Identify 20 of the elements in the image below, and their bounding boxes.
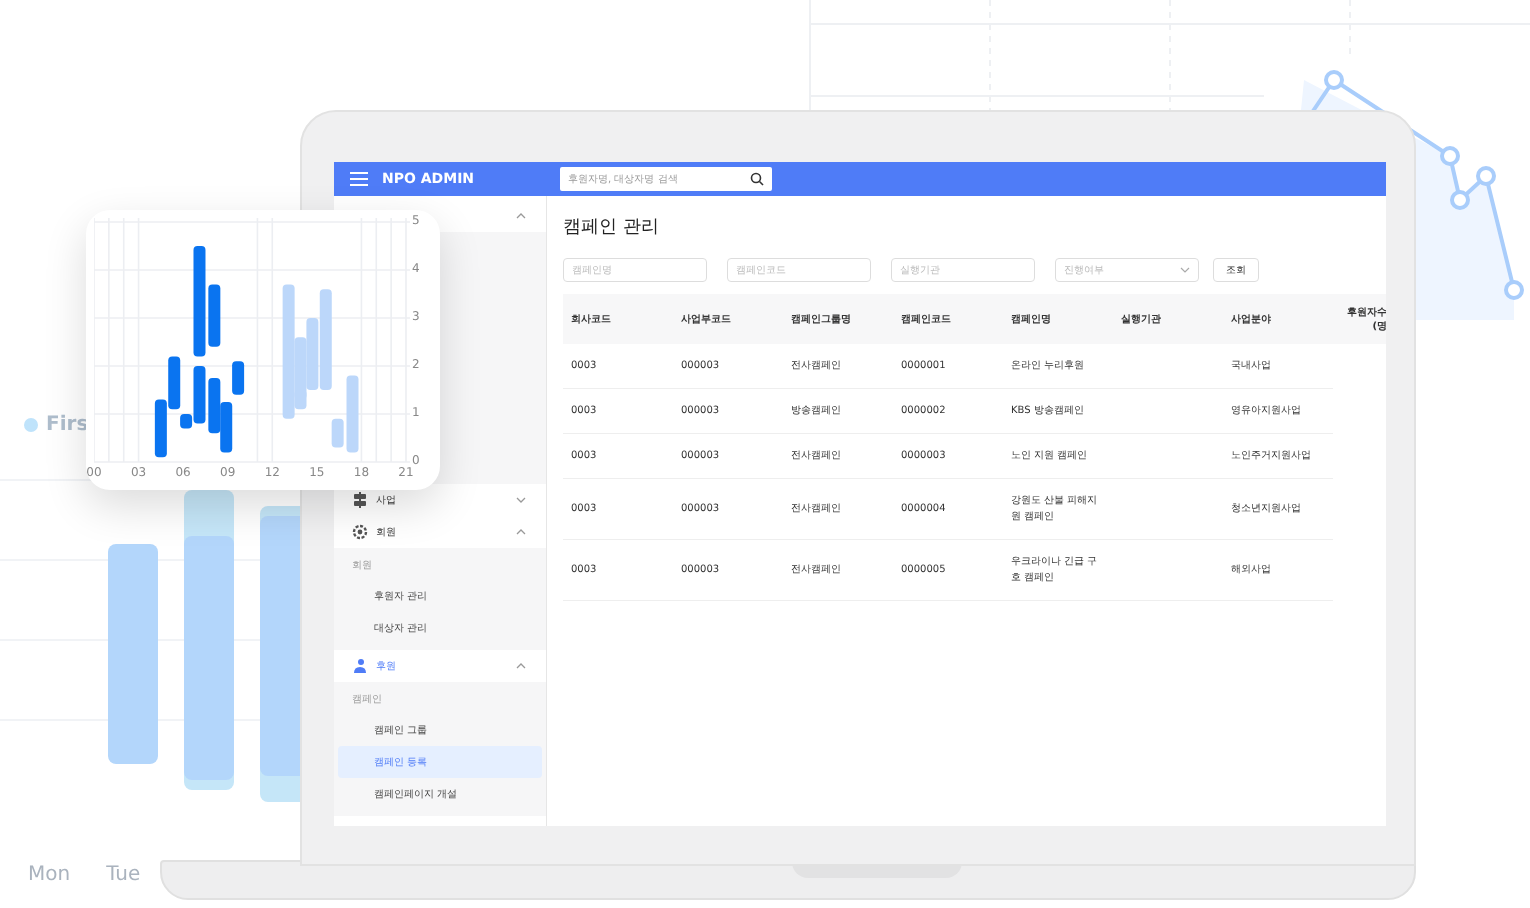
- chevron-icon: [516, 529, 526, 535]
- day-label: Mon: [28, 864, 71, 886]
- data-point: [1324, 70, 1344, 90]
- chevron-icon[interactable]: [516, 213, 526, 219]
- people-icon: [352, 658, 368, 674]
- menu-icon[interactable]: [350, 172, 368, 186]
- search-icon[interactable]: [746, 167, 772, 191]
- day-label: Tue: [106, 864, 141, 886]
- page-title: 캠페인 관리: [563, 214, 661, 238]
- gear-icon: [352, 524, 368, 540]
- signpost-icon: [352, 492, 368, 508]
- data-point: [1504, 280, 1524, 300]
- candle: [232, 361, 245, 395]
- chevron-icon: [516, 663, 526, 669]
- data-point: [1450, 190, 1470, 210]
- data-point: [1440, 146, 1460, 166]
- chevron-icon: [516, 497, 526, 503]
- legend-label: Firs: [46, 414, 89, 436]
- data-point: [1476, 166, 1496, 186]
- legend-dot: [24, 418, 38, 432]
